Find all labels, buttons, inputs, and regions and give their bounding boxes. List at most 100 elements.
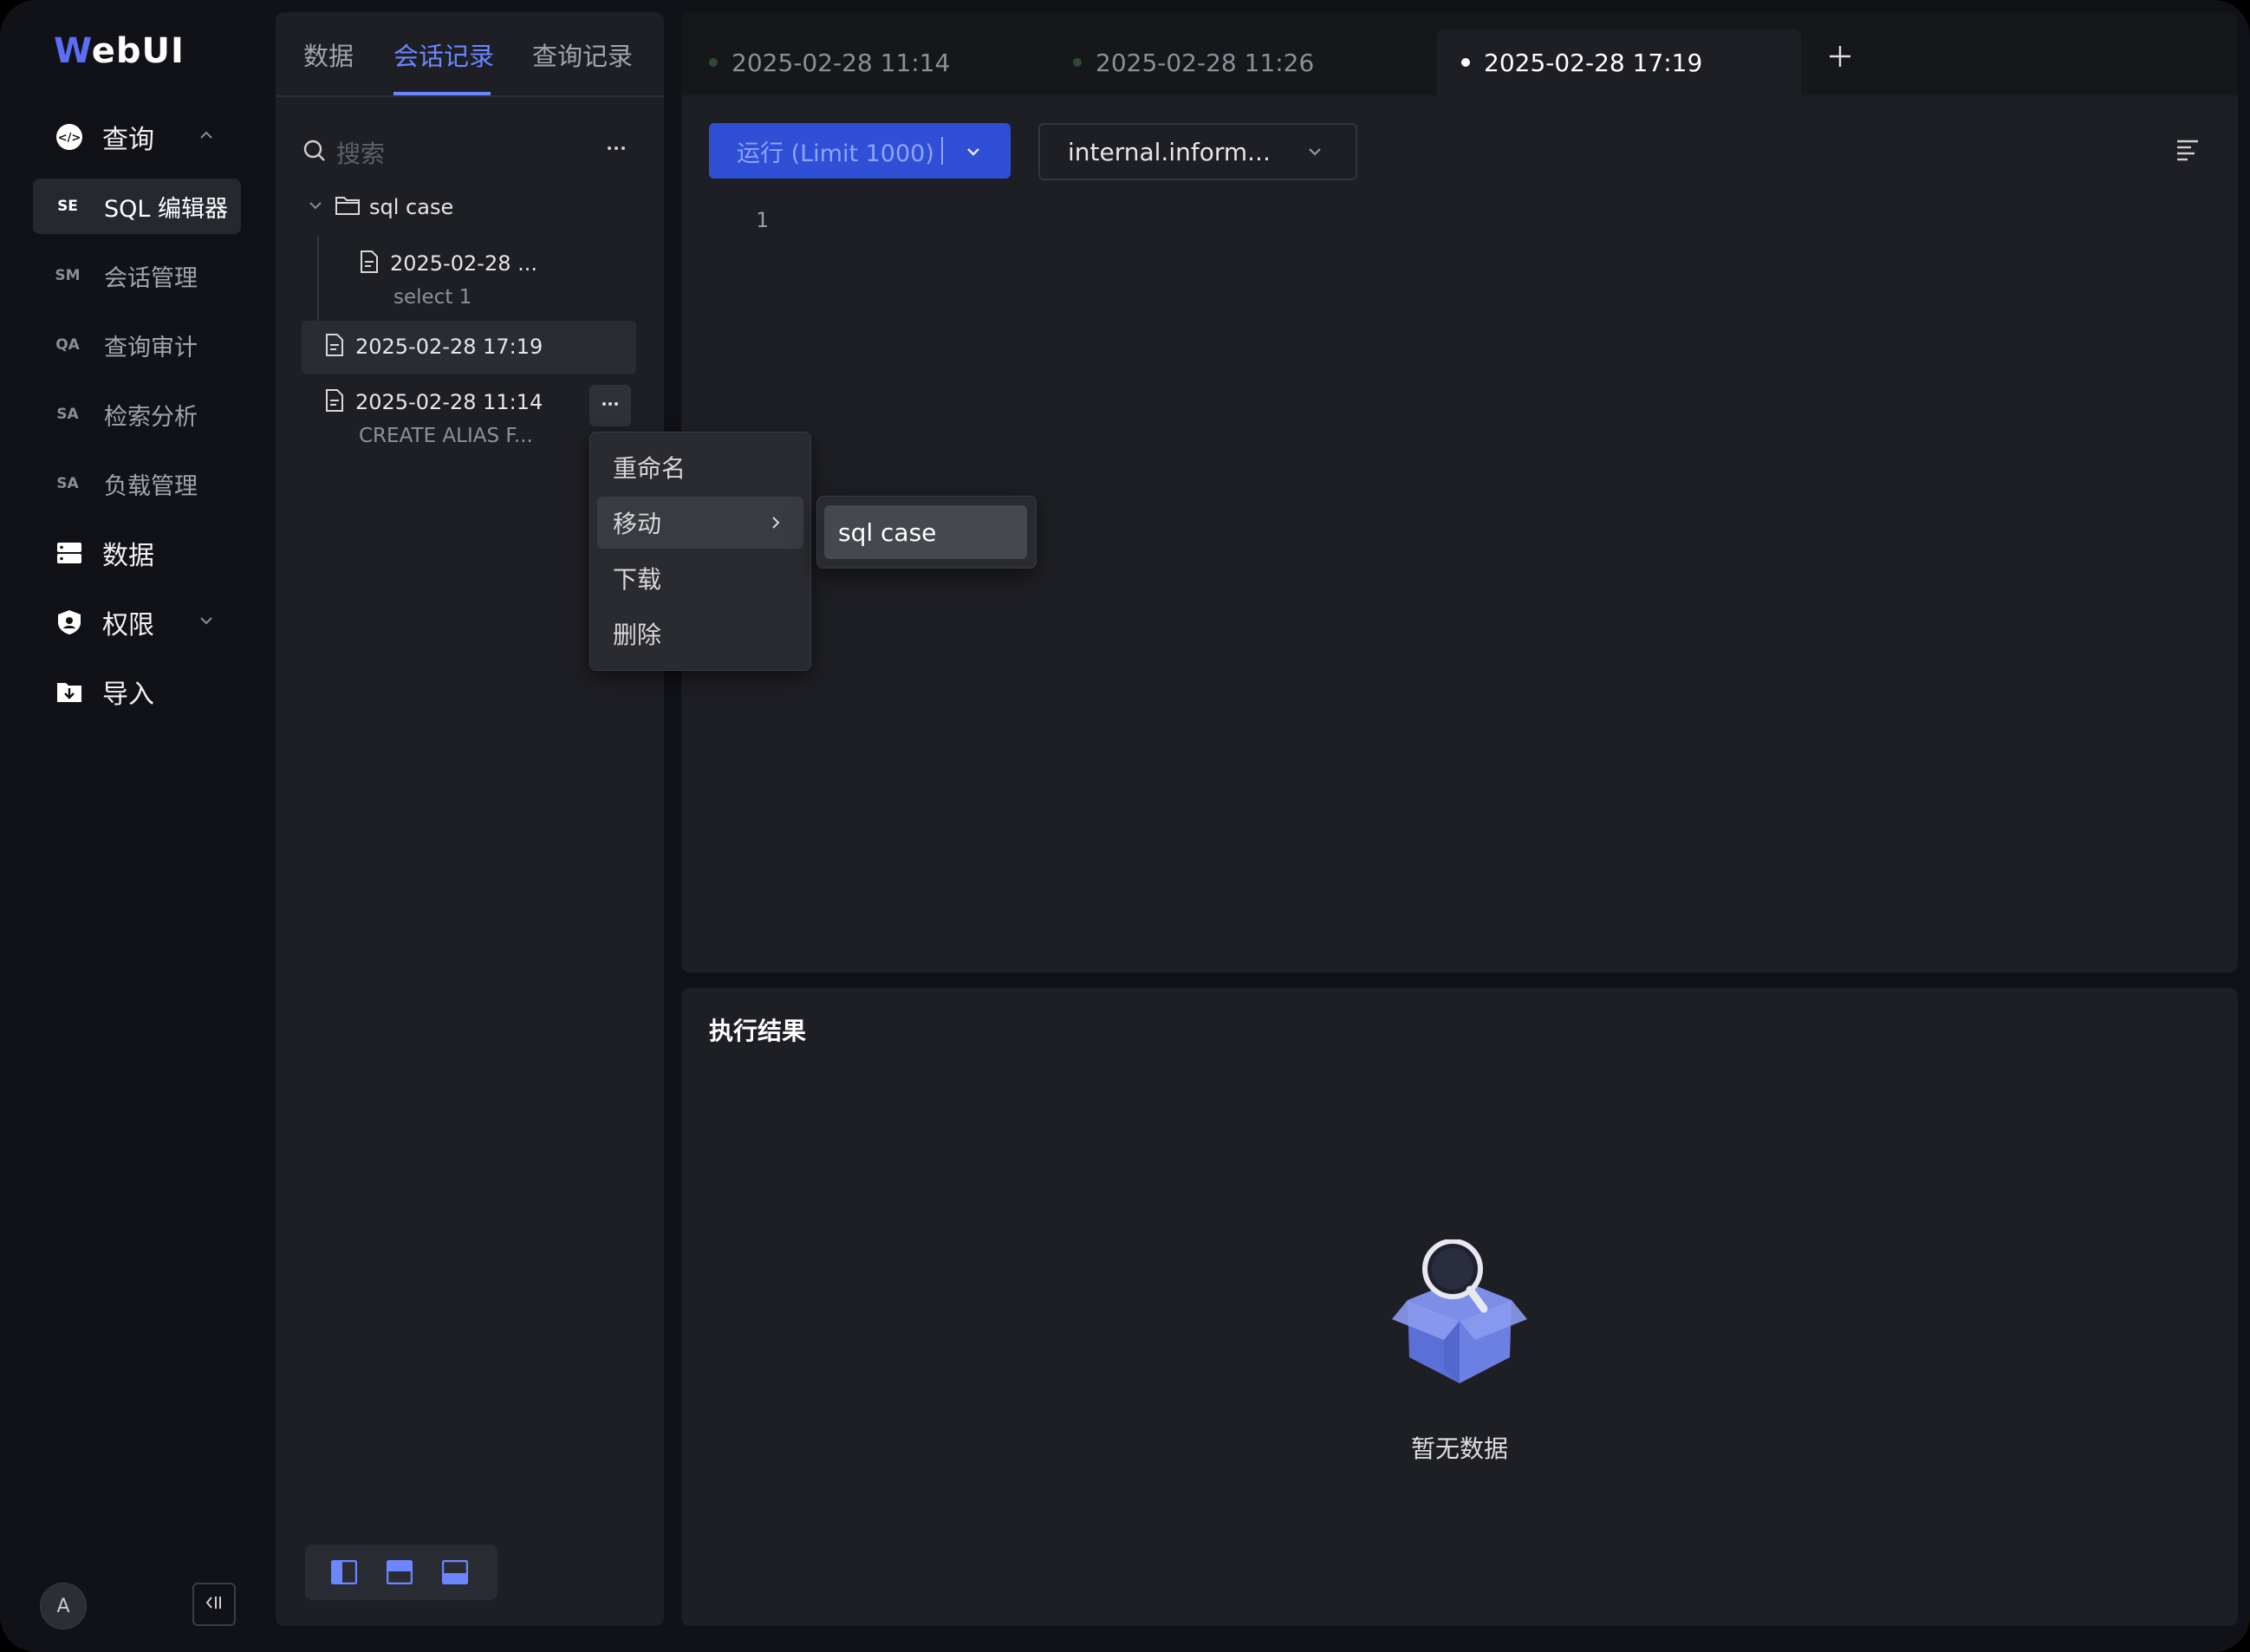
panel-tabs: 数据 会话记录 查询记录 [276,12,664,97]
file-name: 2025-02-28 ... [390,251,537,276]
tab-data[interactable]: 数据 [303,36,354,73]
file-name: 2025-02-28 17:19 [355,335,543,359]
menu-item-label: 下载 [613,565,662,594]
nav-abbr: SA [56,406,79,423]
nav-abbr: SA [56,475,79,492]
app-logo: WebUI [54,31,185,71]
move-submenu: sql case [816,496,1037,569]
editor-tab-label: 2025-02-28 11:26 [1096,48,1315,77]
chevron-down-icon [198,612,215,633]
chevron-down-icon [1305,142,1324,165]
tree-file-selected-content: 2025-02-28 17:19 [324,333,543,361]
nav-permission-label: 权限 [102,610,154,641]
editor-tab[interactable]: 2025-02-28 11:14 [685,29,1049,95]
empty-state-text: 暂无数据 [1410,1434,1508,1463]
run-button-label: 运行 (Limit 1000) [737,140,934,167]
line-number: 1 [756,208,769,232]
add-tab-icon[interactable] [1827,43,1853,73]
active-tab-underline [393,92,491,95]
svg-text:</>: </> [58,132,81,145]
more-options-icon[interactable] [603,135,629,165]
code-editor-area[interactable] [794,198,2215,943]
file-icon [359,250,380,277]
chevron-right-icon [767,514,784,535]
menu-item-download[interactable]: 下载 [597,552,803,604]
session-panel: 数据 会话记录 查询记录 搜索 sql case 2025-02-28 ... … [276,12,664,1626]
tab-session-history[interactable]: 会话记录 [393,36,494,73]
folder-icon [335,194,361,220]
format-sql-icon[interactable] [2175,139,2200,165]
search-placeholder: 搜索 [336,140,386,168]
layout-left-panel-icon[interactable] [330,1559,358,1588]
search-icon [302,138,328,167]
file-icon [324,333,345,361]
run-button[interactable]: 运行 (Limit 1000) [709,123,1011,179]
tab-query-history[interactable]: 查询记录 [532,36,633,73]
layout-switcher [305,1545,497,1600]
nav-session-management[interactable]: SM 会话管理 [33,248,241,303]
menu-item-rename[interactable]: 重命名 [597,441,803,493]
editor-tab-label: 2025-02-28 17:19 [1484,48,1703,77]
file-preview: CREATE ALIAS F... [359,425,533,447]
nav-abbr: SE [57,198,78,215]
chevron-down-icon [307,197,324,218]
tree-guide-line [317,236,319,331]
shield-user-icon [55,608,83,636]
context-menu: 重命名 移动 下载 删除 [589,432,811,671]
database-select[interactable]: internal.inform... [1038,123,1357,180]
nav-query[interactable]: </> 查询 [33,109,241,165]
nav-sub-label: SQL 编辑器 [104,195,229,223]
menu-item-label: 重命名 [613,454,686,483]
more-options-icon [599,393,621,419]
nav-abbr: QA [55,336,80,354]
tree-file-other[interactable]: 2025-02-28 11:14 [324,388,543,416]
server-icon [55,539,83,567]
database-select-value: internal.inform... [1068,137,1271,166]
editor-tab-active[interactable]: 2025-02-28 17:19 [1437,29,1801,95]
nav-search-analysis[interactable]: SA 检索分析 [33,387,241,442]
menu-item-label: 删除 [613,621,662,649]
submenu-item-sql-case[interactable]: sql case [824,505,1027,559]
nav-query-audit[interactable]: QA 查询审计 [33,317,241,373]
chevron-down-icon[interactable] [964,142,983,165]
folder-download-icon [55,678,83,706]
app-frame: WebUI </> 查询 SE SQL 编辑器 SM 会话管理 QA 查询审计 … [0,0,2250,1652]
nav-load-management[interactable]: SA 负载管理 [33,456,241,511]
tree-file-folder-child[interactable]: 2025-02-28 ... [359,250,537,277]
editor-tab-bar: 2025-02-28 11:14 2025-02-28 11:26 2025-0… [681,12,2238,95]
file-more-button[interactable] [589,385,631,426]
collapse-left-icon [203,1591,225,1617]
tree-folder-sql-case[interactable]: sql case [307,194,453,220]
nav-sub-label: 检索分析 [104,403,198,431]
layout-top-panel-icon[interactable] [386,1559,413,1588]
submenu-item-label: sql case [838,517,937,547]
empty-box-icon [1387,1239,1532,1399]
chevron-up-icon [198,127,215,147]
nav-permission[interactable]: 权限 [33,595,241,650]
nav-data-label: 数据 [102,541,154,571]
code-icon: </> [55,123,83,151]
nav-import[interactable]: 导入 [33,664,241,719]
file-icon [324,388,345,416]
nav-query-label: 查询 [102,125,154,155]
avatar[interactable]: A [40,1583,87,1629]
menu-item-label: 移动 [613,510,662,538]
tab-status-dot [1073,58,1082,67]
button-divider [941,137,943,165]
layout-bottom-panel-icon[interactable] [441,1559,469,1588]
search-box[interactable]: 搜索 [302,127,648,179]
results-title: 执行结果 [709,1017,807,1045]
folder-name: sql case [369,195,454,219]
nav-import-label: 导入 [102,680,154,710]
nav-abbr: SM [55,267,81,284]
tab-status-dot [1461,58,1470,67]
collapse-sidebar-button[interactable] [192,1583,236,1626]
menu-item-move[interactable]: 移动 [597,497,803,549]
results-pane: 执行结果 暂无数据 [681,988,2238,1626]
menu-item-delete[interactable]: 删除 [597,608,803,660]
nav-data[interactable]: 数据 [33,525,241,581]
editor-tab[interactable]: 2025-02-28 11:26 [1049,29,1413,95]
editor-tab-label: 2025-02-28 11:14 [732,48,951,77]
nav-sql-editor[interactable]: SE SQL 编辑器 [33,179,241,234]
sql-editor-pane: 2025-02-28 11:14 2025-02-28 11:26 2025-0… [681,12,2238,972]
